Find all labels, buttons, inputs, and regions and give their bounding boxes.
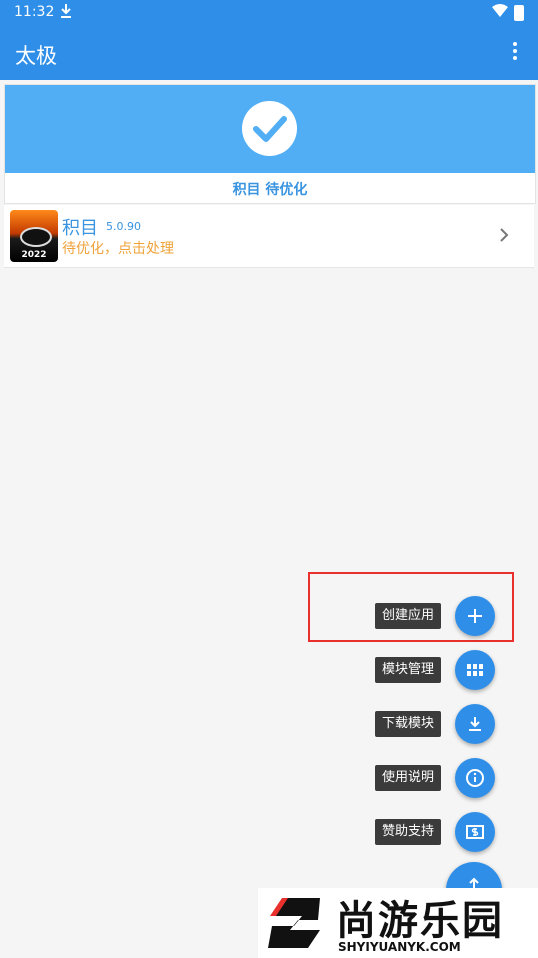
status-card: 积目 待优化	[4, 84, 536, 204]
app-subtitle: 待优化，点击处理	[62, 241, 174, 257]
app-icon: 2022	[10, 210, 58, 262]
status-banner	[5, 85, 535, 173]
status-time: 11:32	[14, 4, 55, 20]
app-icon-year: 2022	[21, 250, 47, 260]
status-text: 积目 待优化	[232, 182, 308, 198]
check-circle-icon	[242, 101, 297, 156]
money-icon	[466, 825, 484, 839]
download-module-button[interactable]	[455, 704, 495, 744]
app-list-item[interactable]: 2022 积目 5.0.90 待优化，点击处理	[4, 205, 534, 268]
app-name: 积目	[62, 218, 98, 239]
instructions-button[interactable]	[455, 758, 495, 798]
watermark-url: SHYIYUANYK.COM	[338, 940, 461, 954]
fab-label-download-module[interactable]: 下载模块	[375, 711, 442, 737]
watermark-brand: 尚游乐园	[336, 898, 504, 944]
plus-icon	[468, 609, 482, 623]
fab-label-create-app[interactable]: 创建应用	[375, 603, 442, 629]
more-vert-icon[interactable]	[508, 40, 522, 64]
sponsor-button[interactable]	[455, 812, 495, 852]
download-icon	[60, 3, 72, 23]
module-manage-button[interactable]	[455, 650, 495, 690]
fab-label-sponsor[interactable]: 赞助支持	[375, 819, 442, 845]
app-bar: 太极	[0, 25, 538, 80]
wifi-icon	[492, 4, 508, 22]
download-icon	[469, 717, 481, 731]
create-app-button[interactable]	[455, 596, 495, 636]
chevron-right-icon	[498, 225, 510, 249]
watermark: 尚游乐园 SHYIYUANYK.COM	[258, 888, 538, 958]
watermark-logo	[268, 898, 320, 948]
app-version: 5.0.90	[106, 220, 141, 233]
fab-label-module-manage[interactable]: 模块管理	[375, 657, 442, 683]
info-icon	[466, 769, 484, 787]
fab-label-instructions[interactable]: 使用说明	[375, 765, 442, 791]
app-title: 太极	[15, 44, 57, 68]
status-bar: 11:32	[0, 0, 538, 25]
grid-icon	[467, 664, 483, 676]
battery-icon	[514, 5, 524, 21]
